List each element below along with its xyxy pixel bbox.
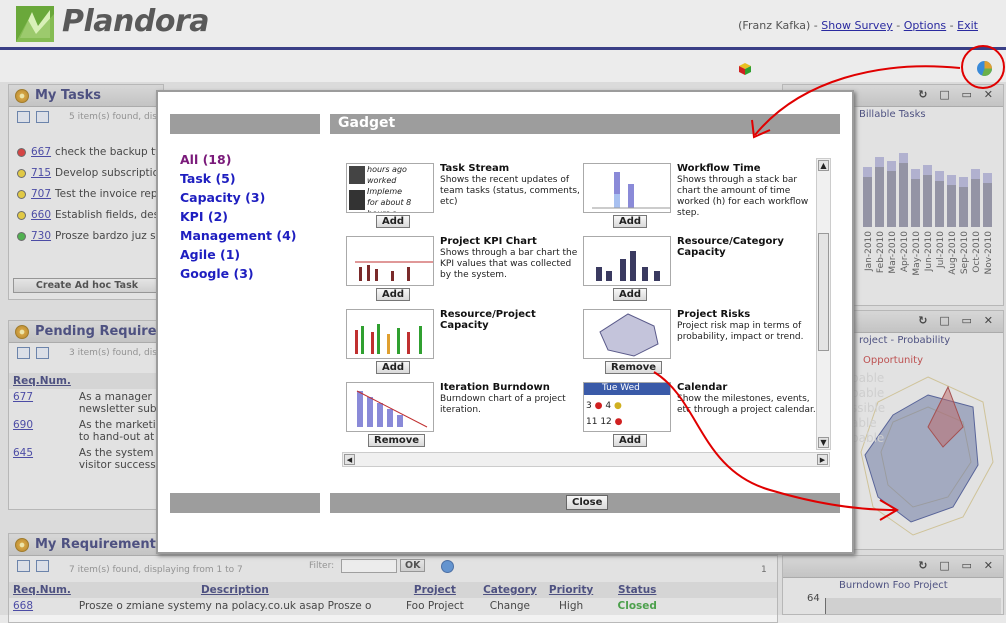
gadget-card: Tue Wed 3 ● 4 ● 11 12 ● Add Calendar Show … xyxy=(583,382,818,454)
gadget-thumbnail: hours agoworked Implemefor about 8 hours… xyxy=(346,163,434,213)
gadget-title: Gadget xyxy=(338,115,396,131)
gadget-description: Shows through a stack bar chart the amou… xyxy=(677,175,809,218)
user-name: (Franz Kafka) - xyxy=(738,19,818,32)
scroll-right-arrow[interactable]: ▶ xyxy=(817,454,828,465)
gadget-dialog: Gadget All (18) Task (5) Capacity (3) KPI (… xyxy=(156,90,854,554)
gadget-thumbnail xyxy=(583,163,671,213)
category-link[interactable]: All (18) xyxy=(180,152,231,167)
scroll-up-arrow[interactable]: ▲ xyxy=(818,160,829,171)
gadget-thumbnail xyxy=(346,309,434,359)
gadget-card: Add Project KPI Chart Shows through a ba… xyxy=(346,236,581,308)
gadget-name: Workflow Time xyxy=(677,163,761,174)
options-link[interactable]: Options xyxy=(904,19,946,32)
gadget-thumbnail xyxy=(583,236,671,286)
gadget-description: Shows the recent updates of team tasks (… xyxy=(440,175,580,207)
gadget-thumbnail xyxy=(583,309,671,359)
app-logo-text: Plandora xyxy=(62,4,210,39)
gadget-name: Iteration Burndown xyxy=(440,382,550,393)
show-survey-link[interactable]: Show Survey xyxy=(821,19,892,32)
gadget-description: Shows through a bar chart the KPI values… xyxy=(440,248,578,280)
horizontal-scrollbar[interactable]: ◀ ▶ xyxy=(342,452,830,467)
scroll-thumb[interactable] xyxy=(818,233,829,351)
category-link[interactable]: Agile (1) xyxy=(180,247,240,262)
gadget-remove-button[interactable]: Remove xyxy=(368,434,426,447)
gadget-add-button[interactable]: Add xyxy=(613,288,648,301)
category-link[interactable]: Task (5) xyxy=(180,171,236,186)
category-link[interactable]: Capacity (3) xyxy=(180,190,265,205)
category-link[interactable]: KPI (2) xyxy=(180,209,228,224)
pie-chart-icon[interactable] xyxy=(976,60,993,77)
gadget-card: hours agoworked Implemefor about 8 hours… xyxy=(346,163,581,235)
gadget-card: Add Workflow Time Shows through a stack … xyxy=(583,163,818,235)
gadget-name: Resource/Category Capacity xyxy=(677,236,784,258)
gadget-description: Burndown chart of a project iteration. xyxy=(440,394,566,415)
gadget-name: Project KPI Chart xyxy=(440,236,537,247)
gadget-thumbnail xyxy=(346,382,434,432)
gadget-remove-button[interactable]: Remove xyxy=(605,361,663,374)
gadget-add-button[interactable]: Add xyxy=(376,215,411,228)
gadget-add-button[interactable]: Add xyxy=(376,361,411,374)
gadget-card: Remove Iteration Burndown Burndown chart… xyxy=(346,382,581,454)
gadget-add-button[interactable]: Add xyxy=(613,434,648,447)
exit-link[interactable]: Exit xyxy=(957,19,978,32)
gadget-add-button[interactable]: Add xyxy=(613,215,648,228)
gadget-thumbnail: Tue Wed 3 ● 4 ● 11 12 ● xyxy=(583,382,671,432)
gadget-description: Project risk map in terms of probability… xyxy=(677,321,804,342)
gadget-list: hours agoworked Implemefor about 8 hours… xyxy=(340,157,830,457)
gadget-title-bar: Gadget xyxy=(330,114,840,134)
scroll-down-arrow[interactable]: ▼ xyxy=(818,437,829,448)
gadget-card: Add Resource/Project Capacity xyxy=(346,309,581,381)
close-button[interactable]: Close xyxy=(566,495,609,510)
gadget-add-button[interactable]: Add xyxy=(376,288,411,301)
category-link[interactable]: Management (4) xyxy=(180,228,297,243)
gadget-thumbnail xyxy=(346,236,434,286)
category-link[interactable]: Google (3) xyxy=(180,266,254,281)
scroll-left-arrow[interactable]: ◀ xyxy=(344,454,355,465)
gadget-description: Show the milestones, events, etc through… xyxy=(677,394,816,415)
cube-icon[interactable] xyxy=(738,62,752,76)
gadget-name: Project Risks xyxy=(677,309,751,320)
gadget-name: Task Stream xyxy=(440,163,510,174)
gadget-name: Calendar xyxy=(677,382,728,393)
gadget-card: Add Resource/Category Capacity xyxy=(583,236,818,308)
plandora-logo-icon xyxy=(16,6,54,42)
vertical-scrollbar[interactable]: ▲ ▼ xyxy=(816,158,831,450)
toolbar xyxy=(0,50,1006,82)
gadget-card: Remove Project Risks Project risk map in… xyxy=(583,309,818,381)
gadget-name: Resource/Project Capacity xyxy=(440,309,536,331)
user-bar: (Franz Kafka) - Show Survey - Options - … xyxy=(738,19,978,32)
